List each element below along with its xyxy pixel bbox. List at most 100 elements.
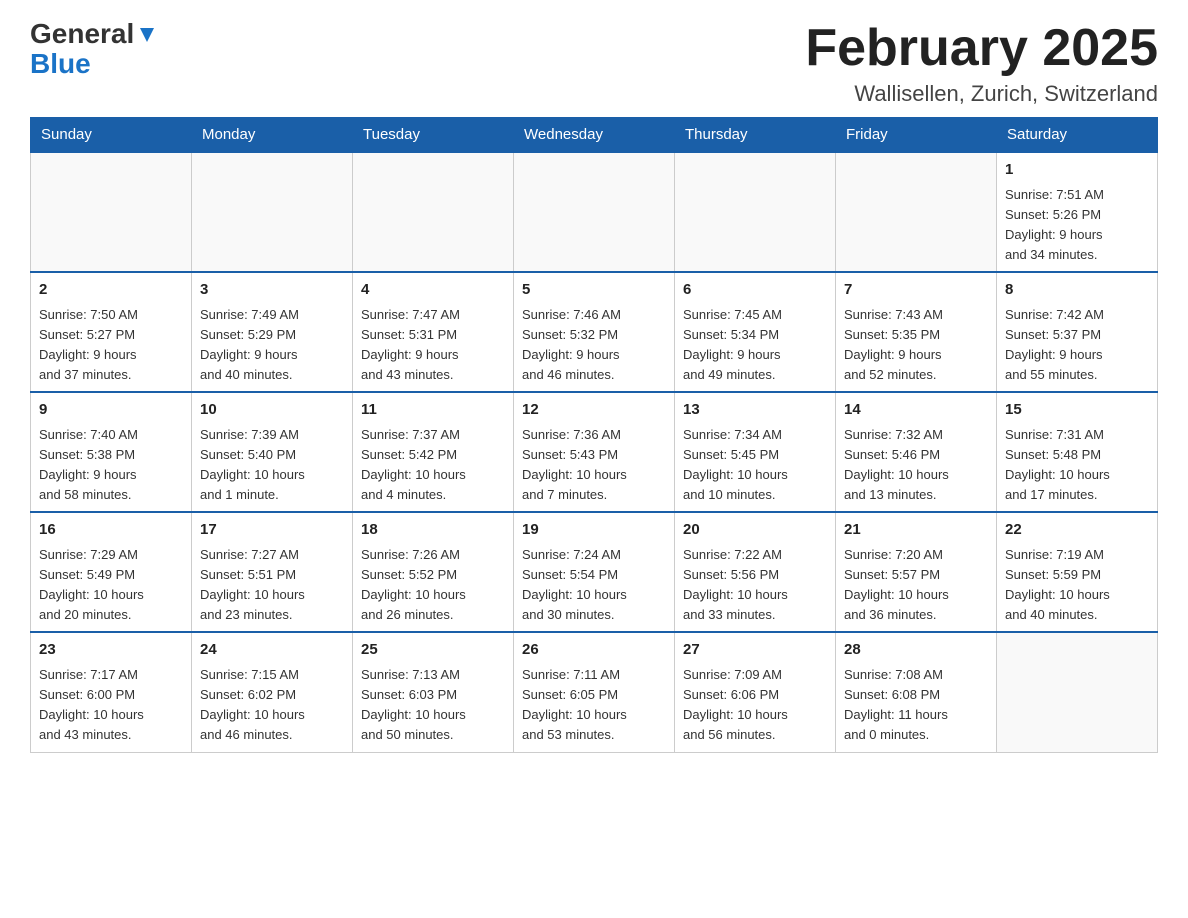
day-number: 16 xyxy=(39,519,183,542)
day-number: 15 xyxy=(1005,399,1149,422)
table-row: 12 Sunrise: 7:36 AM Sunset: 5:43 PM Dayli… xyxy=(514,392,675,512)
table-row: 5 Sunrise: 7:46 AM Sunset: 5:32 PM Daylig… xyxy=(514,272,675,392)
day-info: Sunrise: 7:32 AM Sunset: 5:46 PM Dayligh… xyxy=(844,425,988,506)
day-number: 4 xyxy=(361,279,505,302)
table-row: 6Sunrise: 7:45 AM Sunset: 5:34 PM Daylig… xyxy=(675,272,836,392)
day-number: 17 xyxy=(200,519,344,542)
day-info: Sunrise: 7:24 AM Sunset: 5:54 PM Dayligh… xyxy=(522,545,666,626)
day-number: 21 xyxy=(844,519,988,542)
day-info: Sunrise: 7:37 AM Sunset: 5:42 PM Dayligh… xyxy=(361,425,505,506)
table-row xyxy=(836,152,997,272)
day-number: 14 xyxy=(844,399,988,422)
day-number: 25 xyxy=(361,639,505,662)
table-row: 22 Sunrise: 7:19 AM Sunset: 5:59 PM Dayli… xyxy=(997,512,1158,632)
day-info: Sunrise: 7:43 AM Sunset: 5:35 PM Dayligh… xyxy=(844,305,988,386)
calendar-table: Sunday Monday Tuesday Wednesday Thursday… xyxy=(30,117,1158,752)
col-saturday: Saturday xyxy=(997,118,1158,153)
table-row: 18 Sunrise: 7:26 AM Sunset: 5:52 PM Dayli… xyxy=(353,512,514,632)
day-number: 23 xyxy=(39,639,183,662)
day-number: 2 xyxy=(39,279,183,302)
day-info: Sunrise: 7:13 AM Sunset: 6:03 PM Dayligh… xyxy=(361,665,505,746)
day-number: 20 xyxy=(683,519,827,542)
table-row: 15 Sunrise: 7:31 AM Sunset: 5:48 PM Dayli… xyxy=(997,392,1158,512)
table-row: 25 Sunrise: 7:13 AM Sunset: 6:03 PM Dayli… xyxy=(353,632,514,752)
table-row: 16Sunrise: 7:29 AM Sunset: 5:49 PM Dayli… xyxy=(31,512,192,632)
table-row: 17 Sunrise: 7:27 AM Sunset: 5:51 PM Dayli… xyxy=(192,512,353,632)
table-row: 10Sunrise: 7:39 AM Sunset: 5:40 PM Dayli… xyxy=(192,392,353,512)
day-number: 11 xyxy=(361,399,505,422)
calendar-week-row: 23 Sunrise: 7:17 AM Sunset: 6:00 PM Dayli… xyxy=(31,632,1158,752)
day-number: 19 xyxy=(522,519,666,542)
table-row: 11 Sunrise: 7:37 AM Sunset: 5:42 PM Dayli… xyxy=(353,392,514,512)
calendar-week-row: 16Sunrise: 7:29 AM Sunset: 5:49 PM Dayli… xyxy=(31,512,1158,632)
calendar-header-row: Sunday Monday Tuesday Wednesday Thursday… xyxy=(31,118,1158,153)
day-number: 12 xyxy=(522,399,666,422)
table-row xyxy=(353,152,514,272)
table-row: 1 Sunrise: 7:51 AM Sunset: 5:26 PM Daylig… xyxy=(997,152,1158,272)
day-number: 28 xyxy=(844,639,988,662)
table-row: 26 Sunrise: 7:11 AM Sunset: 6:05 PM Dayli… xyxy=(514,632,675,752)
day-info: Sunrise: 7:51 AM Sunset: 5:26 PM Dayligh… xyxy=(1005,185,1149,266)
day-number: 22 xyxy=(1005,519,1149,542)
col-tuesday: Tuesday xyxy=(353,118,514,153)
table-row: 14 Sunrise: 7:32 AM Sunset: 5:46 PM Dayli… xyxy=(836,392,997,512)
day-number: 24 xyxy=(200,639,344,662)
day-number: 8 xyxy=(1005,279,1149,302)
day-info: Sunrise: 7:11 AM Sunset: 6:05 PM Dayligh… xyxy=(522,665,666,746)
table-row: 3Sunrise: 7:49 AM Sunset: 5:29 PM Daylig… xyxy=(192,272,353,392)
day-info: Sunrise: 7:46 AM Sunset: 5:32 PM Dayligh… xyxy=(522,305,666,386)
table-row: 21 Sunrise: 7:20 AM Sunset: 5:57 PM Dayli… xyxy=(836,512,997,632)
logo-triangle-icon xyxy=(136,24,158,46)
table-row: 9 Sunrise: 7:40 AM Sunset: 5:38 PM Daylig… xyxy=(31,392,192,512)
day-number: 18 xyxy=(361,519,505,542)
page-header: General Blue February 2025 Wallisellen, … xyxy=(30,20,1158,107)
day-number: 9 xyxy=(39,399,183,422)
table-row: 24 Sunrise: 7:15 AM Sunset: 6:02 PM Dayli… xyxy=(192,632,353,752)
day-number: 5 xyxy=(522,279,666,302)
day-info: Sunrise: 7:31 AM Sunset: 5:48 PM Dayligh… xyxy=(1005,425,1149,506)
day-info: Sunrise: 7:19 AM Sunset: 5:59 PM Dayligh… xyxy=(1005,545,1149,626)
day-info: Sunrise: 7:27 AM Sunset: 5:51 PM Dayligh… xyxy=(200,545,344,626)
day-number: 6 xyxy=(683,279,827,302)
title-area: February 2025 Wallisellen, Zurich, Switz… xyxy=(805,20,1158,107)
col-thursday: Thursday xyxy=(675,118,836,153)
day-number: 26 xyxy=(522,639,666,662)
day-info: Sunrise: 7:36 AM Sunset: 5:43 PM Dayligh… xyxy=(522,425,666,506)
day-info: Sunrise: 7:15 AM Sunset: 6:02 PM Dayligh… xyxy=(200,665,344,746)
day-info: Sunrise: 7:34 AM Sunset: 5:45 PM Dayligh… xyxy=(683,425,827,506)
table-row: 20 Sunrise: 7:22 AM Sunset: 5:56 PM Dayli… xyxy=(675,512,836,632)
col-wednesday: Wednesday xyxy=(514,118,675,153)
calendar-week-row: 1 Sunrise: 7:51 AM Sunset: 5:26 PM Daylig… xyxy=(31,152,1158,272)
day-number: 10 xyxy=(200,399,344,422)
table-row: 19 Sunrise: 7:24 AM Sunset: 5:54 PM Dayli… xyxy=(514,512,675,632)
day-info: Sunrise: 7:50 AM Sunset: 5:27 PM Dayligh… xyxy=(39,305,183,386)
day-number: 13 xyxy=(683,399,827,422)
day-info: Sunrise: 7:08 AM Sunset: 6:08 PM Dayligh… xyxy=(844,665,988,746)
day-info: Sunrise: 7:22 AM Sunset: 5:56 PM Dayligh… xyxy=(683,545,827,626)
table-row: 27Sunrise: 7:09 AM Sunset: 6:06 PM Dayli… xyxy=(675,632,836,752)
month-title: February 2025 xyxy=(805,20,1158,77)
logo-general-text: General xyxy=(30,20,134,48)
table-row: 7Sunrise: 7:43 AM Sunset: 5:35 PM Daylig… xyxy=(836,272,997,392)
day-info: Sunrise: 7:42 AM Sunset: 5:37 PM Dayligh… xyxy=(1005,305,1149,386)
table-row: 4 Sunrise: 7:47 AM Sunset: 5:31 PM Daylig… xyxy=(353,272,514,392)
day-info: Sunrise: 7:49 AM Sunset: 5:29 PM Dayligh… xyxy=(200,305,344,386)
calendar-week-row: 9 Sunrise: 7:40 AM Sunset: 5:38 PM Daylig… xyxy=(31,392,1158,512)
table-row xyxy=(514,152,675,272)
logo: General Blue xyxy=(30,20,158,80)
table-row xyxy=(675,152,836,272)
day-number: 1 xyxy=(1005,159,1149,182)
table-row: 2 Sunrise: 7:50 AM Sunset: 5:27 PM Daylig… xyxy=(31,272,192,392)
table-row xyxy=(997,632,1158,752)
day-number: 27 xyxy=(683,639,827,662)
table-row: 13 Sunrise: 7:34 AM Sunset: 5:45 PM Dayli… xyxy=(675,392,836,512)
col-monday: Monday xyxy=(192,118,353,153)
day-info: Sunrise: 7:26 AM Sunset: 5:52 PM Dayligh… xyxy=(361,545,505,626)
day-info: Sunrise: 7:17 AM Sunset: 6:00 PM Dayligh… xyxy=(39,665,183,746)
table-row xyxy=(31,152,192,272)
table-row: 8 Sunrise: 7:42 AM Sunset: 5:37 PM Daylig… xyxy=(997,272,1158,392)
day-info: Sunrise: 7:40 AM Sunset: 5:38 PM Dayligh… xyxy=(39,425,183,506)
day-info: Sunrise: 7:47 AM Sunset: 5:31 PM Dayligh… xyxy=(361,305,505,386)
day-info: Sunrise: 7:20 AM Sunset: 5:57 PM Dayligh… xyxy=(844,545,988,626)
col-friday: Friday xyxy=(836,118,997,153)
